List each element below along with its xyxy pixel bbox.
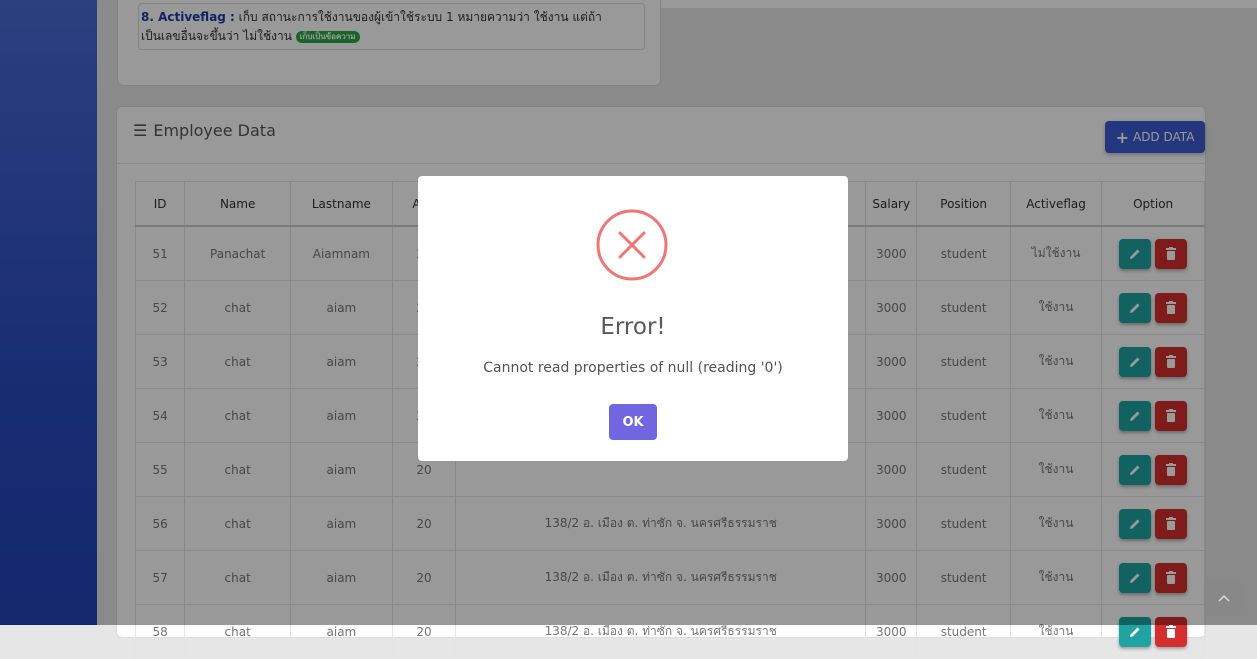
dialog-message: Cannot read properties of null (reading … xyxy=(483,360,783,376)
ok-button[interactable]: OK xyxy=(609,404,657,440)
error-dialog: Error! Cannot read properties of null (r… xyxy=(418,176,848,461)
scroll-to-top-button[interactable] xyxy=(1207,580,1241,616)
dialog-title: Error! xyxy=(600,314,666,340)
error-x-icon xyxy=(596,209,668,281)
chevron-up-icon xyxy=(1218,594,1230,602)
trash-icon xyxy=(1166,625,1177,638)
pencil-icon xyxy=(1130,627,1140,637)
